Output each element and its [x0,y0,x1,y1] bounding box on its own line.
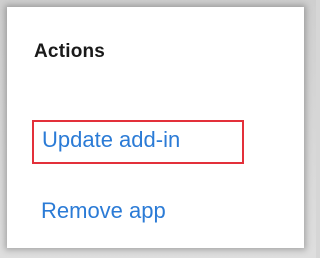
actions-heading: Actions [34,41,106,62]
screenshot-frame: Actions Update add-in Remove app [0,0,316,258]
remove-app-link[interactable]: Remove app [41,198,166,224]
update-add-in-link[interactable]: Update add-in [32,120,244,164]
